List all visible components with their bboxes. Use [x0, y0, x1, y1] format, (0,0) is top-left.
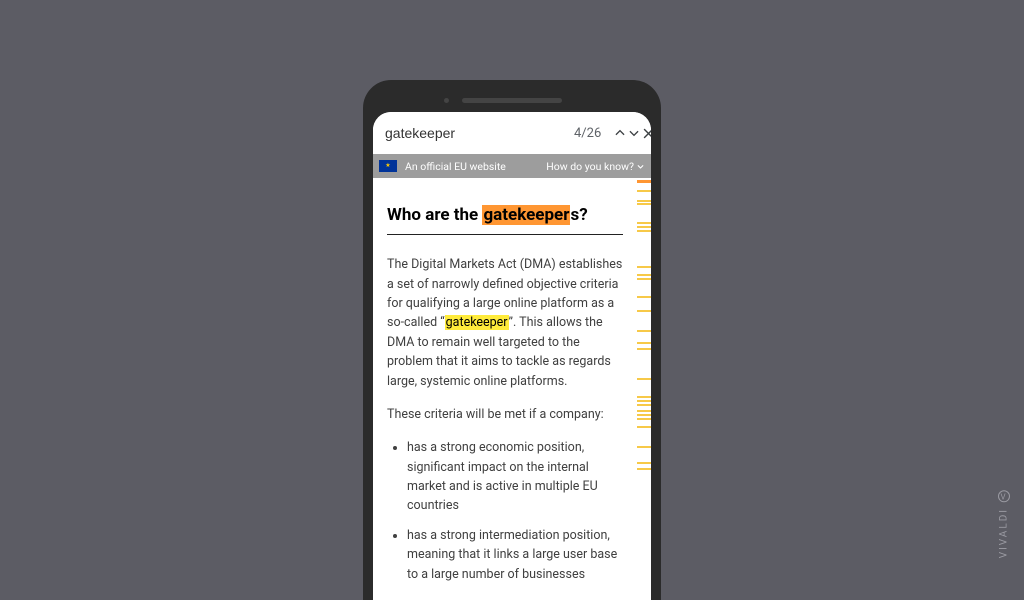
match-tick — [637, 446, 651, 448]
list-item: has a strong economic position, signific… — [407, 438, 623, 516]
find-input[interactable] — [385, 125, 566, 141]
chevron-up-icon — [613, 126, 627, 140]
page-content[interactable]: Who are the gatekeepers? The Digital Mar… — [373, 178, 637, 600]
active-highlight: gatekeeper — [482, 205, 570, 225]
highlight: gatekeeper — [445, 315, 509, 330]
match-tick — [637, 180, 651, 183]
match-tick — [637, 266, 651, 268]
match-tick — [637, 414, 651, 416]
match-tick — [637, 222, 651, 224]
match-tick — [637, 200, 651, 202]
match-tick — [637, 278, 651, 280]
match-tick — [637, 404, 651, 406]
match-tick — [637, 310, 651, 312]
match-tick — [637, 426, 651, 428]
match-tick — [637, 410, 651, 412]
paragraph: These criteria will be met if a company: — [387, 405, 623, 424]
match-tick — [637, 348, 651, 350]
find-close-button[interactable] — [641, 118, 651, 148]
list-item: has a strong intermediation position, me… — [407, 526, 623, 584]
eu-banner-know-link[interactable]: How do you know? — [546, 160, 645, 173]
match-tick — [637, 330, 651, 332]
heading-divider — [387, 234, 623, 235]
match-tick — [637, 274, 651, 276]
close-icon — [641, 126, 651, 141]
find-in-page-bar: 4/26 — [373, 112, 651, 154]
match-tick — [637, 418, 651, 420]
match-tick — [637, 203, 651, 205]
match-tick — [637, 296, 651, 298]
phone-notch — [462, 98, 562, 103]
chevron-down-icon — [627, 126, 641, 140]
match-tick — [637, 396, 651, 398]
scrollbar-match-track[interactable] — [637, 178, 651, 600]
phone-screen: 4/26 An official EU website How do you k… — [373, 112, 651, 600]
match-tick — [637, 462, 651, 464]
vivaldi-watermark: VIVALDI V — [998, 490, 1010, 558]
find-prev-button[interactable] — [613, 118, 627, 148]
paragraph: The Digital Markets Act (DMA) establishe… — [387, 255, 623, 391]
match-tick — [637, 400, 651, 402]
match-tick — [637, 226, 651, 228]
match-tick — [637, 230, 651, 232]
find-count: 4/26 — [566, 126, 609, 141]
eu-flag-icon — [379, 160, 397, 172]
match-tick — [637, 342, 651, 344]
criteria-list: has a strong economic position, signific… — [387, 438, 623, 584]
match-tick — [637, 468, 651, 470]
vivaldi-logo-icon: V — [998, 490, 1010, 502]
phone-frame: 4/26 An official EU website How do you k… — [363, 80, 661, 600]
chevron-down-icon — [636, 162, 645, 171]
find-next-button[interactable] — [627, 118, 641, 148]
eu-banner: An official EU website How do you know? — [373, 154, 651, 178]
eu-banner-text: An official EU website — [405, 160, 506, 173]
match-tick — [637, 378, 651, 380]
content-wrap: Who are the gatekeepers? The Digital Mar… — [373, 178, 651, 600]
match-tick — [637, 190, 651, 192]
article-heading: Who are the gatekeepers? — [387, 202, 623, 228]
